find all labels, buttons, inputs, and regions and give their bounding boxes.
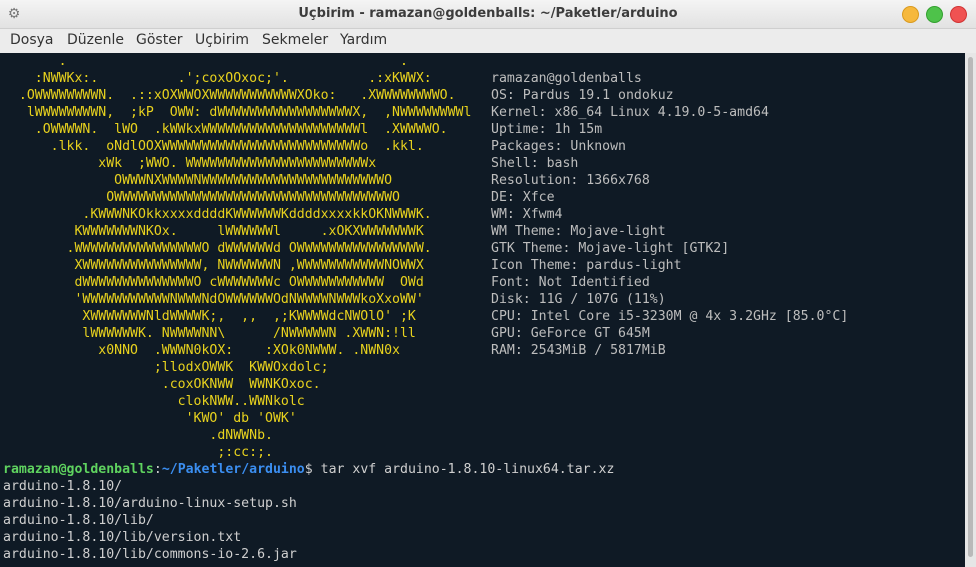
output-line: arduino-1.8.10/lib/version.txt: [3, 530, 242, 545]
maximize-button[interactable]: [926, 6, 943, 23]
output-line: arduino-1.8.10/lib/commons-io-2.6.jar: [3, 547, 297, 562]
sysinfo-line: DE: Xfce: [491, 190, 555, 205]
menu-ucbirim[interactable]: Uçbirim: [195, 32, 249, 48]
prompt-line: ramazan@goldenballs:~/Paketler/arduino$ …: [3, 461, 614, 478]
output-line: arduino-1.8.10/: [3, 479, 123, 494]
prompt-user: ramazan@goldenballs: [3, 462, 154, 477]
ascii-art-line: KWWWWWWWNKOx. lWWWWWWl .xOKXWWWWWWWK: [3, 224, 424, 239]
menu-duzenle[interactable]: Düzenle: [67, 32, 124, 48]
ascii-art-line: XWWWWWWWWWWWWWWW, NWWWWWWN ,WWWWWWWWWWWN…: [3, 258, 424, 273]
output-line: arduino-1.8.10/lib/: [3, 513, 154, 528]
ascii-art-line: xWk ;WWO. WWWWWWWWWWWWWWWWWWWWWWWx: [3, 156, 377, 171]
close-button[interactable]: [950, 6, 967, 23]
menu-sekmeler[interactable]: Sekmeler: [262, 32, 328, 48]
ascii-art-line: x0NNO .WWWN0kOX: :XOk0NWWW. .NWN0x: [3, 343, 400, 358]
sysinfo-line: ramazan@goldenballs: [491, 71, 642, 86]
ascii-art-line: 'WWWWWWWWWWWNWWWNdOWWWWWWOdNWWWWNWWWkoXx…: [3, 292, 424, 307]
ascii-art-line: 'KWO' db 'OWK': [3, 411, 297, 426]
menu-dosya[interactable]: Dosya: [10, 32, 54, 48]
sysinfo-line: RAM: 2543MiB / 5817MiB: [491, 343, 666, 358]
command-text: tar xvf arduino-1.8.10-linux64.tar.xz: [320, 462, 615, 477]
minimize-button[interactable]: [902, 6, 919, 23]
sysinfo-line: Font: Not Identified: [491, 275, 650, 290]
ascii-art-line: .coxOKNWW WWNKOxoc.: [3, 377, 321, 392]
sysinfo-line: CPU: Intel Core i5-3230M @ 4x 3.2GHz [85…: [491, 309, 849, 324]
terminal-area[interactable]: . . :NWWKx:. .';coxOOxoc;'. .:xKWWX: .OW…: [0, 53, 965, 567]
menu-bar: Dosya Düzenle Göster Uçbirim Sekmeler Ya…: [0, 29, 976, 53]
window-title: Uçbirim - ramazan@goldenballs: ~/Paketle…: [298, 6, 678, 21]
scrollbar-thumb[interactable]: [968, 57, 973, 557]
ascii-art-line: lWWWWWWWWN, ;kP OWW: dWWWWWWWWWWWWWWWWWX…: [3, 105, 472, 120]
ascii-art-line: ;llodxOWWK KWWOxdolc;: [3, 360, 329, 375]
prompt-path: ~/Paketler/arduino: [161, 462, 305, 477]
ascii-art-line: . .: [3, 54, 408, 69]
sysinfo-line: WM: Xfwm4: [491, 207, 563, 222]
sysinfo-line: Uptime: 1h 15m: [491, 122, 603, 137]
ascii-art-line: lWWWWWWK. NWWWWNN\ /NWWWWWN .XWWN:!ll: [3, 326, 416, 341]
scrollbar[interactable]: [965, 53, 976, 567]
sysinfo-line: WM Theme: Mojave-light: [491, 224, 666, 239]
prompt-dollar: $: [304, 462, 321, 477]
sysinfo-line: Resolution: 1366x768: [491, 173, 650, 188]
ascii-art-line: OWWWWWWWWWWWWWWWWWWWWWWWWWWWWWWWWWWWO: [3, 190, 400, 205]
ascii-art-line: .OWWWWN. lWO .kWWkxWWWWWWWWWWWWWWWWWWWWl…: [3, 122, 448, 137]
sysinfo-line: Disk: 11G / 107G (11%): [491, 292, 666, 307]
sysinfo-line: OS: Pardus 19.1 ondokuz: [491, 88, 674, 103]
title-bar: ⚙ Uçbirim - ramazan@goldenballs: ~/Paket…: [0, 0, 976, 29]
ascii-art-line: clokNWW..WWNkolc: [3, 394, 305, 409]
menu-yardim[interactable]: Yardım: [340, 32, 387, 48]
sysinfo-line: GTK Theme: Mojave-light [GTK2]: [491, 241, 730, 256]
ascii-art-line: .KWWWNKOkkxxxxddddKWWWWWWKddddxxxxkkOKNW…: [3, 207, 432, 222]
ascii-art-line: OWWWNXWWWWNWWWWWWWWWWWWWWWWWWWWWWWO: [3, 173, 393, 188]
output-line: arduino-1.8.10/arduino-linux-setup.sh: [3, 496, 297, 511]
menu-goster[interactable]: Göster: [136, 32, 183, 48]
ascii-art-line: .OWWWWWWWWN. .::xOXWWOXWWWWWWWWWWWXOko: …: [3, 88, 456, 103]
prompt-sep: :: [153, 462, 162, 477]
ascii-art-line: .WWWWWWWWWWWWWWWWO dWWWWWWd OWWWWWWWWWWW…: [3, 241, 432, 256]
ascii-art-line: :NWWKx:. .';coxOOxoc;'. .:xKWWX:: [3, 71, 432, 86]
sysinfo-line: GPU: GeForce GT 645M: [491, 326, 650, 341]
ascii-art-line: dWWWWWWWWWWWWWWO cWWWWWWWc OWWWWWWWWWWW …: [3, 275, 424, 290]
ascii-art-line: ;:cc:;.: [3, 445, 273, 460]
sysinfo-line: Packages: Unknown: [491, 139, 626, 154]
ascii-art-line: .dNWWNb.: [3, 428, 273, 443]
ascii-art-line: XWWWWWWWNldWWWWK;, ,, ,;KWWWWdcNWOlO' ;K: [3, 309, 416, 324]
sysinfo-line: Kernel: x86_64 Linux 4.19.0-5-amd64: [491, 105, 769, 120]
sysinfo-line: Shell: bash: [491, 156, 579, 171]
sysinfo-line: Icon Theme: pardus-light: [491, 258, 682, 273]
ascii-art-line: .lkk. oNdlOOXWWWWWWWWWWWWWWWWWWWWWWWWWo …: [3, 139, 424, 154]
